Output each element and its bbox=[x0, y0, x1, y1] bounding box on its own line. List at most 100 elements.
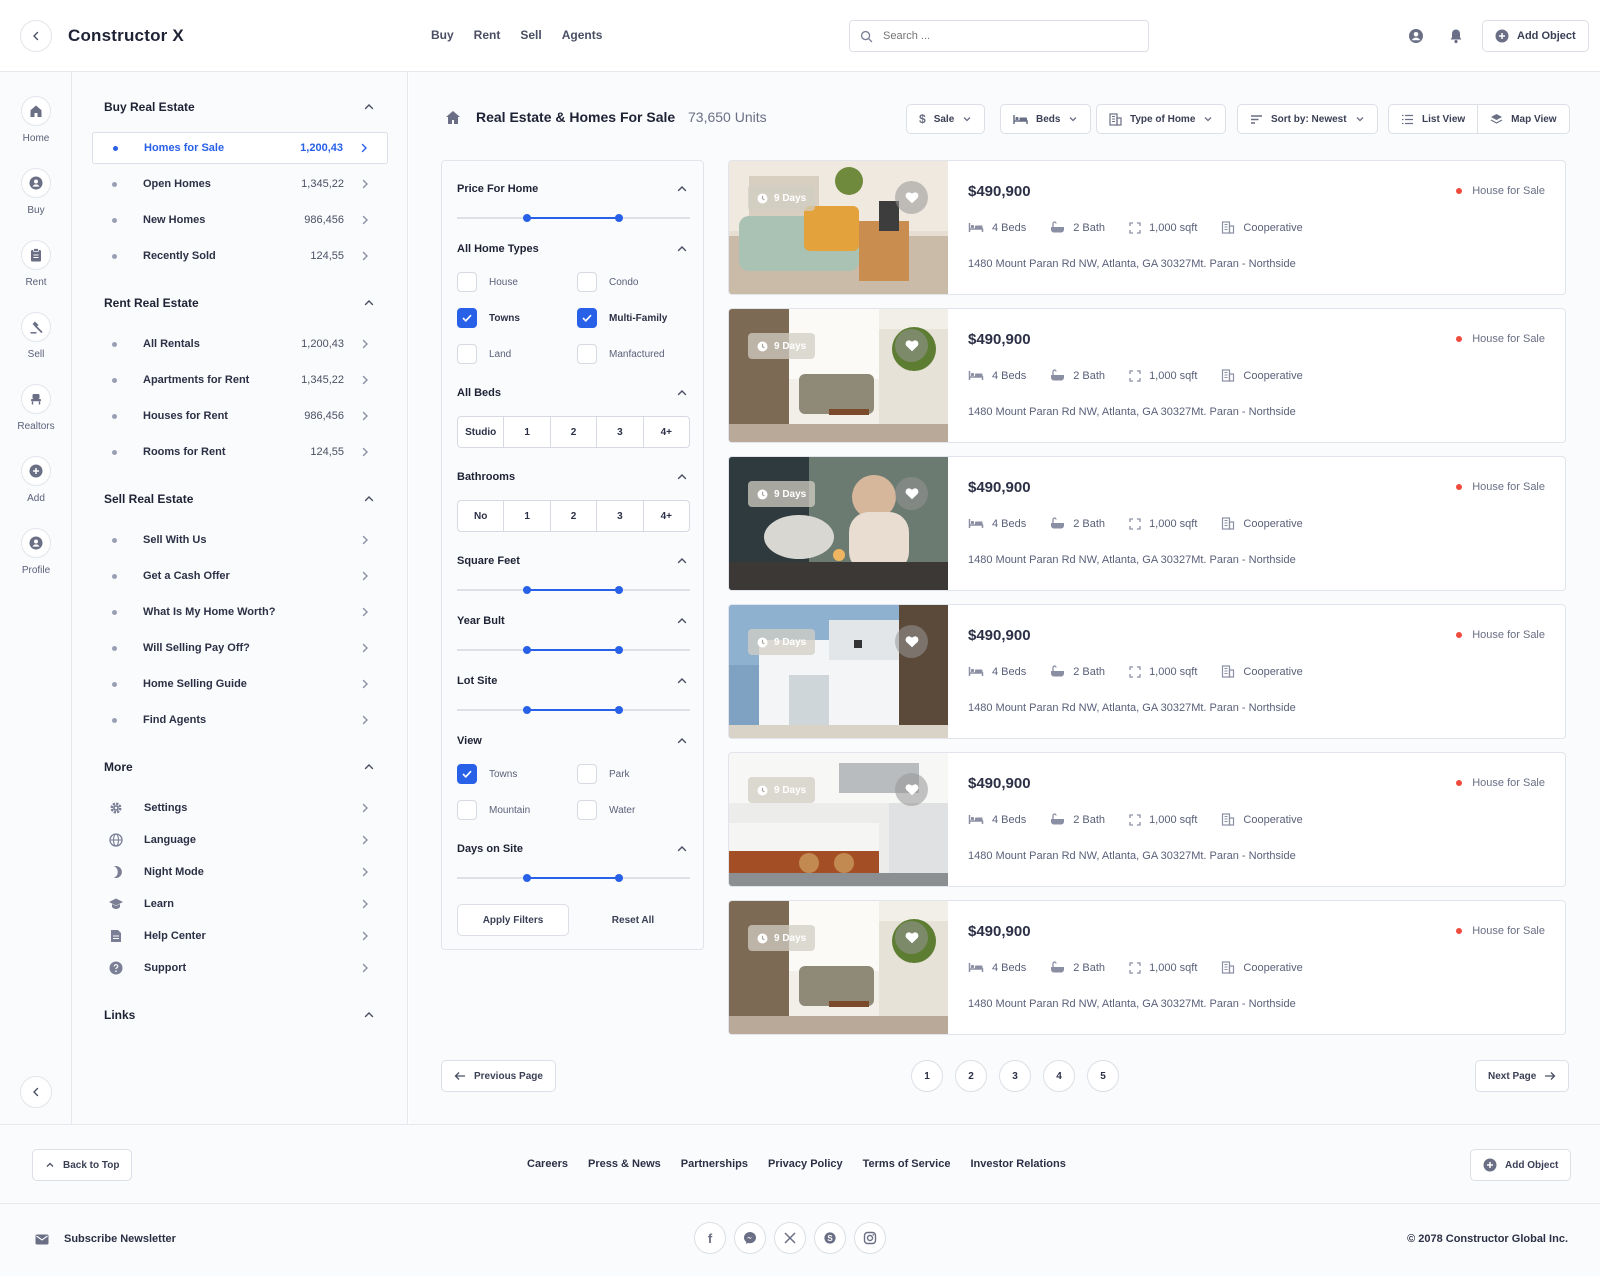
sidebar-item-sell-with-us[interactable]: Sell With Us bbox=[92, 524, 388, 556]
nav-buy[interactable]: Buy bbox=[431, 28, 454, 42]
beds-option-studio[interactable]: Studio bbox=[458, 417, 505, 447]
footer-link-investors[interactable]: Investor Relations bbox=[970, 1158, 1065, 1170]
section-buy-header[interactable]: Buy Real Estate bbox=[104, 100, 375, 114]
page-2-button[interactable]: 2 bbox=[955, 1060, 987, 1092]
sidebar-item-rooms-for-rent[interactable]: Rooms for Rent 124,55 bbox=[92, 436, 388, 468]
bell-icon[interactable] bbox=[1449, 28, 1463, 44]
listing-card[interactable]: 9 Days $490,900 House for Sale 4 Beds 2 Bath… bbox=[728, 160, 1566, 295]
page-4-button[interactable]: 4 bbox=[1043, 1060, 1075, 1092]
back-to-top-button[interactable]: Back to Top bbox=[32, 1149, 133, 1181]
sidebar-item-language[interactable]: Language bbox=[92, 825, 388, 855]
rail-profile[interactable]: Profile bbox=[0, 528, 72, 576]
sidebar-item-cash-offer[interactable]: Get a Cash Offer bbox=[92, 560, 388, 592]
search-input[interactable] bbox=[883, 30, 1123, 42]
checkbox-towns[interactable]: Towns bbox=[457, 308, 520, 328]
sidebar-item-selling-pay-off[interactable]: Will Selling Pay Off? bbox=[92, 632, 388, 664]
footer-link-partnerships[interactable]: Partnerships bbox=[681, 1158, 748, 1170]
lot-range-slider[interactable] bbox=[457, 704, 690, 716]
back-button[interactable] bbox=[20, 20, 52, 52]
instagram-icon[interactable] bbox=[854, 1222, 886, 1254]
sidebar-item-homes-for-sale[interactable]: Homes for Sale 1,200,43 bbox=[92, 132, 388, 164]
sidebar-item-find-agents[interactable]: Find Agents bbox=[92, 704, 388, 736]
listing-card[interactable]: 9 Days $490,900 House for Sale 4 Beds 2 Bath… bbox=[728, 308, 1566, 443]
previous-page-button[interactable]: Previous Page bbox=[441, 1060, 556, 1092]
listing-card[interactable]: 9 Days $490,900 House for Sale 4 Beds 2 Bath… bbox=[728, 752, 1566, 887]
favorite-button[interactable] bbox=[895, 921, 928, 954]
messenger-icon[interactable] bbox=[734, 1222, 766, 1254]
reset-all-button[interactable]: Reset All bbox=[577, 904, 689, 936]
section-rent-header[interactable]: Rent Real Estate bbox=[104, 296, 375, 310]
sidebar-item-apartments-for-rent[interactable]: Apartments for Rent 1,345,22 bbox=[92, 364, 388, 396]
sale-dropdown[interactable]: $ Sale bbox=[906, 104, 986, 134]
footer-link-privacy[interactable]: Privacy Policy bbox=[768, 1158, 843, 1170]
checkbox-view-park[interactable]: Park bbox=[577, 764, 630, 784]
days-range-slider[interactable] bbox=[457, 872, 690, 884]
beds-filter-header[interactable]: All Beds bbox=[457, 387, 688, 399]
checkbox-view-water[interactable]: Water bbox=[577, 800, 635, 820]
rail-buy[interactable]: Buy bbox=[0, 168, 72, 216]
footer-link-terms[interactable]: Terms of Service bbox=[863, 1158, 951, 1170]
list-view-button[interactable]: List View bbox=[1389, 105, 1479, 133]
favorite-button[interactable] bbox=[895, 181, 928, 214]
facebook-icon[interactable]: f bbox=[694, 1222, 726, 1254]
beds-option-3[interactable]: 3 bbox=[597, 417, 644, 447]
sqft-range-slider[interactable] bbox=[457, 584, 690, 596]
footer-add-object-button[interactable]: Add Object bbox=[1470, 1149, 1572, 1181]
days-filter-header[interactable]: Days on Site bbox=[457, 843, 688, 855]
slider-min-handle[interactable] bbox=[523, 586, 531, 594]
slider-min-handle[interactable] bbox=[523, 706, 531, 714]
sort-dropdown[interactable]: Sort by: Newest bbox=[1237, 104, 1378, 134]
favorite-button[interactable] bbox=[895, 329, 928, 362]
section-sell-header[interactable]: Sell Real Estate bbox=[104, 492, 375, 506]
map-view-button[interactable]: Map View bbox=[1478, 105, 1568, 133]
rail-realtors[interactable]: Realtors bbox=[0, 384, 72, 432]
sidebar-item-all-rentals[interactable]: All Rentals 1,200,43 bbox=[92, 328, 388, 360]
sidebar-item-houses-for-rent[interactable]: Houses for Rent 986,456 bbox=[92, 400, 388, 432]
page-5-button[interactable]: 5 bbox=[1087, 1060, 1119, 1092]
beds-option-1[interactable]: 1 bbox=[504, 417, 551, 447]
sidebar-item-selling-guide[interactable]: Home Selling Guide bbox=[92, 668, 388, 700]
sidebar-item-home-worth[interactable]: What Is My Home Worth? bbox=[92, 596, 388, 628]
nav-sell[interactable]: Sell bbox=[520, 28, 541, 42]
slider-max-handle[interactable] bbox=[615, 706, 623, 714]
beds-option-2[interactable]: 2 bbox=[551, 417, 598, 447]
sidebar-item-new-homes[interactable]: New Homes 986,456 bbox=[92, 204, 388, 236]
slider-max-handle[interactable] bbox=[615, 586, 623, 594]
type-of-home-dropdown[interactable]: Type of Home bbox=[1096, 104, 1227, 134]
nav-agents[interactable]: Agents bbox=[562, 28, 603, 42]
listing-card[interactable]: 9 Days $490,900 House for Sale 4 Beds 2 Bath… bbox=[728, 456, 1566, 591]
nav-rent[interactable]: Rent bbox=[474, 28, 501, 42]
bath-option-3[interactable]: 3 bbox=[597, 501, 644, 531]
year-range-slider[interactable] bbox=[457, 644, 690, 656]
lot-filter-header[interactable]: Lot Site bbox=[457, 675, 688, 687]
sidebar-item-open-homes[interactable]: Open Homes 1,345,22 bbox=[92, 168, 388, 200]
section-more-header[interactable]: More bbox=[104, 760, 375, 774]
view-filter-header[interactable]: View bbox=[457, 735, 688, 747]
slider-max-handle[interactable] bbox=[615, 646, 623, 654]
bath-option-1[interactable]: 1 bbox=[504, 501, 551, 531]
sidebar-item-support[interactable]: Support bbox=[92, 953, 388, 983]
sidebar-item-help-center[interactable]: Help Center bbox=[92, 921, 388, 951]
price-filter-header[interactable]: Price For Home bbox=[457, 183, 688, 195]
slider-min-handle[interactable] bbox=[523, 646, 531, 654]
add-object-button[interactable]: Add Object bbox=[1482, 20, 1589, 52]
sqft-filter-header[interactable]: Square Feet bbox=[457, 555, 688, 567]
year-filter-header[interactable]: Year Bult bbox=[457, 615, 688, 627]
beds-dropdown[interactable]: Beds bbox=[1000, 104, 1092, 134]
section-links-header[interactable]: Links bbox=[104, 1008, 375, 1022]
bath-option-2[interactable]: 2 bbox=[551, 501, 598, 531]
footer-link-careers[interactable]: Careers bbox=[527, 1158, 568, 1170]
bathrooms-filter-header[interactable]: Bathrooms bbox=[457, 471, 688, 483]
checkbox-view-towns[interactable]: Towns bbox=[457, 764, 517, 784]
page-1-button[interactable]: 1 bbox=[911, 1060, 943, 1092]
skype-icon[interactable]: S bbox=[814, 1222, 846, 1254]
slider-min-handle[interactable] bbox=[523, 874, 531, 882]
beds-option-4-plus[interactable]: 4+ bbox=[644, 417, 689, 447]
footer-link-press[interactable]: Press & News bbox=[588, 1158, 661, 1170]
checkbox-manufactured[interactable]: Manfactured bbox=[577, 344, 665, 364]
rail-sell[interactable]: Sell bbox=[0, 312, 72, 360]
favorite-button[interactable] bbox=[895, 773, 928, 806]
slider-max-handle[interactable] bbox=[615, 214, 623, 222]
checkbox-land[interactable]: Land bbox=[457, 344, 511, 364]
listing-card[interactable]: 9 Days $490,900 House for Sale 4 Beds 2 Bath… bbox=[728, 604, 1566, 739]
